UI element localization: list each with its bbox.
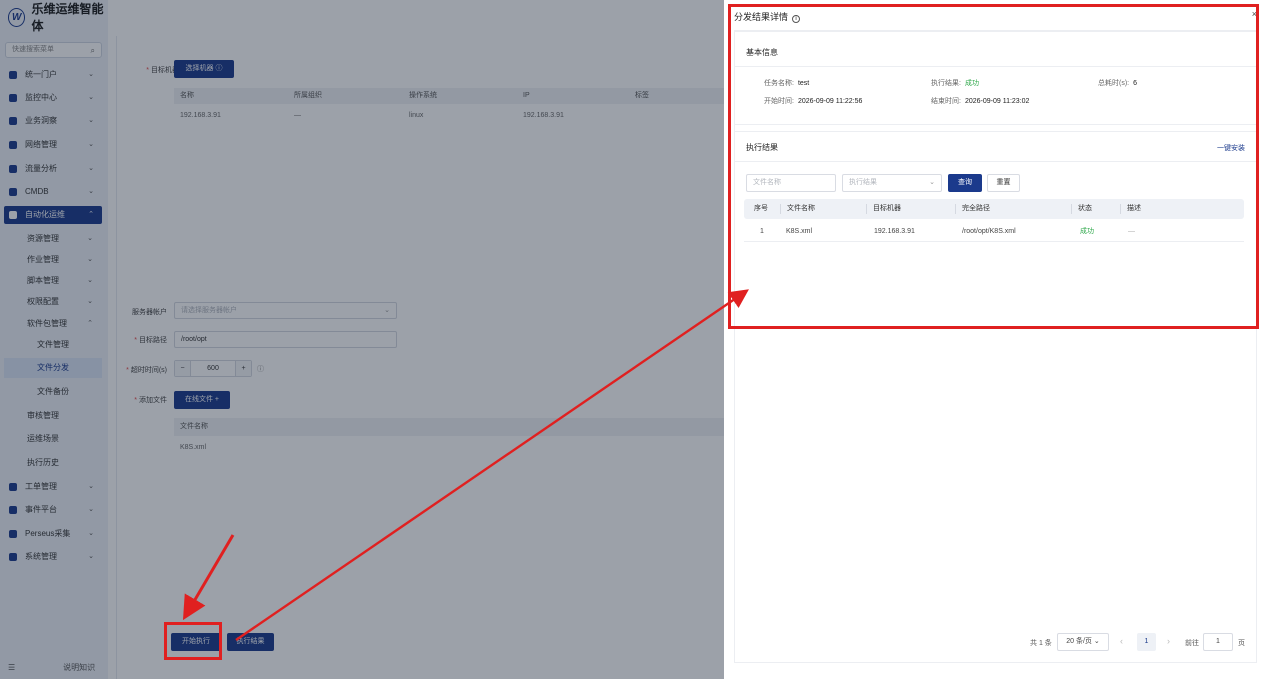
annotation-highlight-box [728, 4, 1259, 329]
page-number[interactable]: 1 [1137, 633, 1156, 651]
goto-label: 前往 [1185, 640, 1199, 647]
annotation-highlight-box [164, 622, 222, 660]
prev-page-icon[interactable]: ‹ [1120, 636, 1123, 646]
pager-total: 共 1 条 [1030, 640, 1052, 647]
page-size-select[interactable]: 20 条/页 ⌄ [1057, 633, 1109, 651]
goto-page-input[interactable]: 1 [1203, 633, 1233, 651]
chevron-down-icon: ⌄ [1093, 638, 1100, 645]
page-unit-label: 页 [1238, 640, 1245, 647]
next-page-icon[interactable]: › [1167, 636, 1170, 646]
app-window: W 乐维运维智能体 快速搜索菜单 ⌕ 统一门户 ⌄ 监控中心 ⌄ 业务洞察 ⌄ 网络管… [0, 0, 1267, 679]
page-size-value: 20 条/页 [1066, 638, 1092, 645]
